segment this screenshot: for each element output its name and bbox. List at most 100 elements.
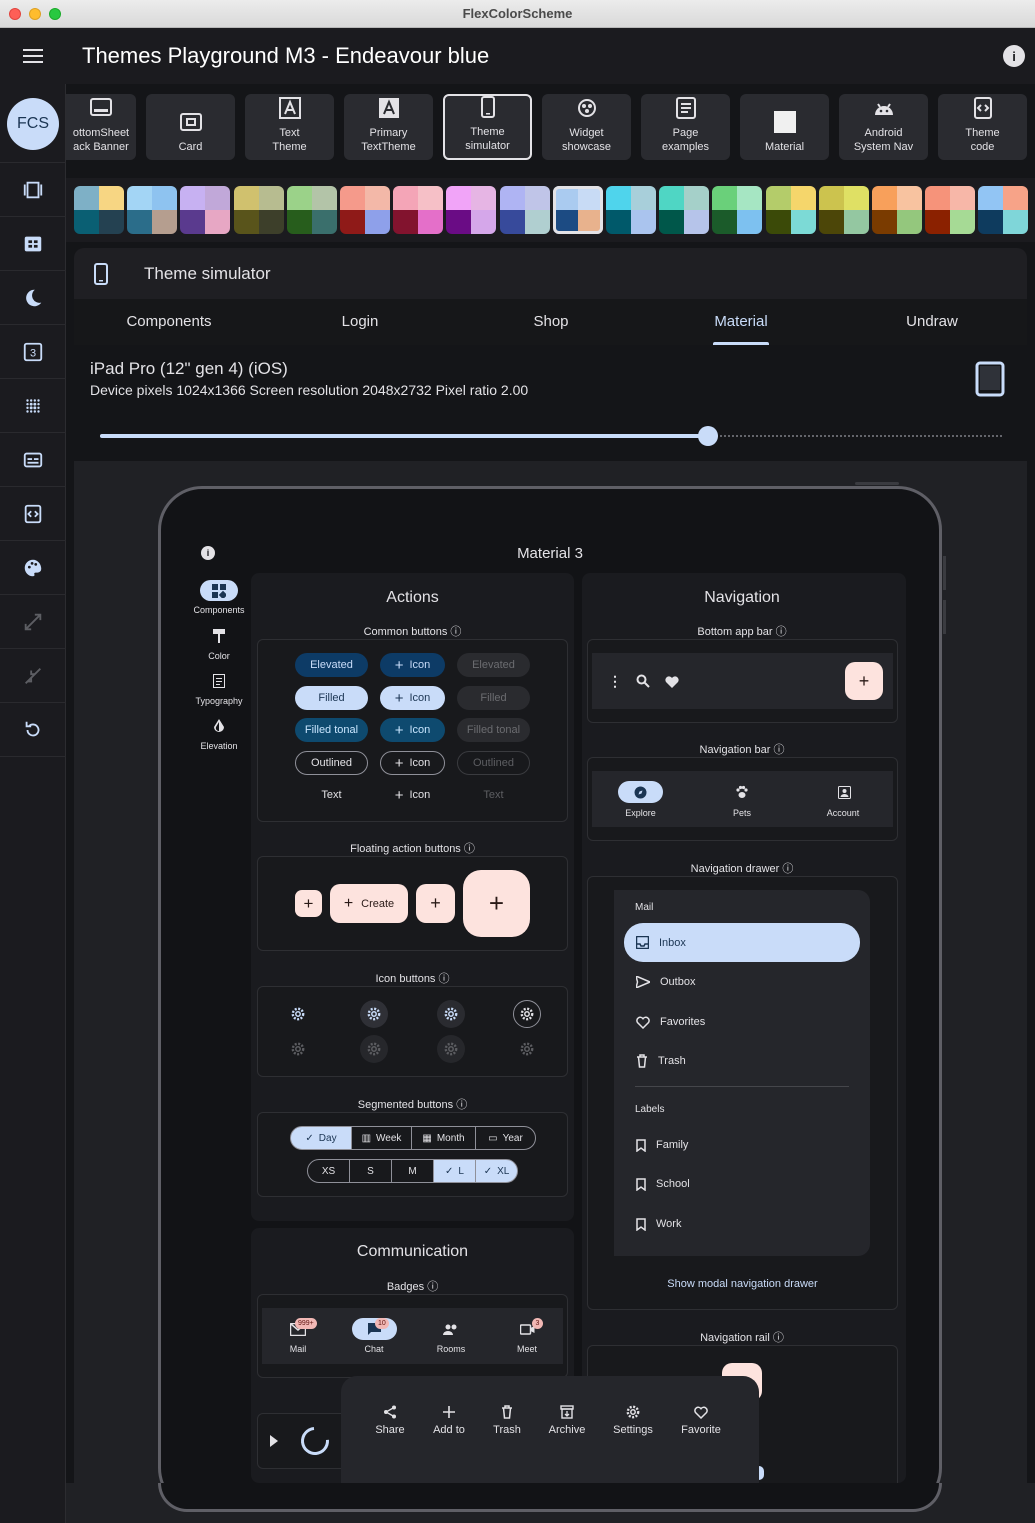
blur-icon[interactable] bbox=[0, 379, 66, 433]
settings-icon[interactable] bbox=[437, 1035, 465, 1063]
panel-phone[interactable]: Theme simulator bbox=[443, 94, 532, 160]
filled-tonal-button[interactable]: Filled tonal bbox=[295, 718, 368, 742]
dashboard-icon[interactable] bbox=[0, 217, 66, 271]
theme-swatch[interactable] bbox=[766, 186, 816, 234]
panel-card[interactable]: Card bbox=[146, 94, 235, 160]
play-icon[interactable] bbox=[270, 1435, 278, 1447]
info-icon[interactable]: i bbox=[1003, 45, 1025, 67]
segment-day[interactable]: ✓ Day bbox=[290, 1126, 352, 1150]
drawer-item-favorites[interactable]: Favorites bbox=[624, 1003, 860, 1041]
info-outline-icon[interactable]: ⓘ bbox=[776, 626, 787, 638]
components-icon[interactable] bbox=[200, 580, 238, 601]
drawer-item-inbox[interactable]: Inbox bbox=[624, 923, 860, 962]
drawer-item-outbox[interactable]: Outbox bbox=[624, 963, 860, 1001]
account-icon[interactable] bbox=[835, 784, 853, 800]
segment-year[interactable]: ▭ Year bbox=[475, 1126, 536, 1150]
drawer-label-work[interactable]: Work bbox=[624, 1205, 860, 1243]
small-fab[interactable]: + bbox=[295, 890, 322, 917]
settings-icon[interactable] bbox=[284, 1000, 312, 1028]
panel-code[interactable]: Theme code bbox=[938, 94, 1027, 160]
drawer-label-school[interactable]: School bbox=[624, 1165, 860, 1203]
favorite-icon[interactable] bbox=[663, 672, 681, 690]
rail-elevation-label[interactable]: Elevation bbox=[189, 741, 249, 751]
elevation-icon[interactable] bbox=[210, 718, 228, 734]
subtitles-icon[interactable] bbox=[0, 433, 66, 487]
drawer-item-trash[interactable]: Trash bbox=[624, 1042, 860, 1080]
nav-pets-label[interactable]: Pets bbox=[712, 808, 772, 818]
theme-swatch[interactable] bbox=[606, 186, 656, 234]
settings-icon[interactable] bbox=[437, 1000, 465, 1028]
tab-components[interactable]: Components bbox=[88, 313, 250, 330]
filled-tonal-icon-button[interactable]: + Icon bbox=[380, 718, 445, 742]
theme-swatch[interactable] bbox=[180, 186, 230, 234]
info-outline-icon[interactable]: ⓘ bbox=[439, 973, 450, 985]
theme-swatch[interactable] bbox=[287, 186, 337, 234]
filled-button[interactable]: Filled bbox=[295, 686, 368, 710]
info-icon[interactable]: i bbox=[201, 546, 215, 560]
reset-icon[interactable] bbox=[0, 703, 66, 757]
tablet-icon[interactable] bbox=[974, 360, 1006, 398]
segment-s[interactable]: S bbox=[349, 1159, 392, 1183]
elevated-button[interactable]: Elevated bbox=[295, 653, 368, 677]
panel-material[interactable]: Material bbox=[740, 94, 829, 160]
tab-login[interactable]: Login bbox=[279, 313, 441, 330]
maximize-window-button[interactable] bbox=[49, 8, 61, 20]
palette-icon[interactable] bbox=[0, 541, 66, 595]
panel-widgets[interactable]: Widget showcase bbox=[542, 94, 631, 160]
tab-shop[interactable]: Shop bbox=[470, 313, 632, 330]
segment-month[interactable]: ▦ Month bbox=[411, 1126, 476, 1150]
looks-3-icon[interactable]: 3 bbox=[0, 325, 66, 379]
theme-swatch[interactable] bbox=[393, 186, 443, 234]
theme-swatch[interactable] bbox=[74, 186, 124, 234]
extended-fab[interactable]: + Create bbox=[330, 884, 408, 923]
info-outline-icon[interactable]: ⓘ bbox=[464, 843, 475, 855]
settings-icon[interactable] bbox=[360, 1035, 388, 1063]
rooms-icon[interactable] bbox=[430, 1318, 472, 1340]
panel-text-theme[interactable]: Text Theme bbox=[245, 94, 334, 160]
panel-android[interactable]: Android System Nav bbox=[839, 94, 928, 160]
theme-swatch[interactable] bbox=[978, 186, 1028, 234]
avatar[interactable]: FCS bbox=[7, 98, 59, 150]
search-icon[interactable] bbox=[634, 672, 652, 690]
pets-icon[interactable] bbox=[733, 784, 751, 800]
panel-primary-text-theme[interactable]: Primary TextTheme bbox=[344, 94, 433, 160]
segment-xs[interactable]: XS bbox=[307, 1159, 350, 1183]
theme-swatch[interactable] bbox=[553, 186, 603, 234]
view-carousel-icon[interactable] bbox=[0, 163, 66, 217]
info-outline-icon[interactable]: ⓘ bbox=[427, 1281, 438, 1293]
large-fab[interactable]: + bbox=[463, 870, 530, 937]
badge-nav-label[interactable]: Chat bbox=[343, 1344, 405, 1354]
rail-typography-label[interactable]: Typography bbox=[189, 696, 249, 706]
info-outline-icon[interactable]: ⓘ bbox=[450, 626, 461, 638]
segment-week[interactable]: ▥ Week bbox=[351, 1126, 412, 1150]
theme-swatch[interactable] bbox=[872, 186, 922, 234]
nav-account-label[interactable]: Account bbox=[813, 808, 873, 818]
close-window-button[interactable] bbox=[9, 8, 21, 20]
nav-explore-label[interactable]: Explore bbox=[610, 808, 671, 818]
filled-icon-button[interactable]: + Icon bbox=[380, 686, 445, 710]
drawer-label-family[interactable]: Family bbox=[624, 1126, 860, 1164]
panel-page[interactable]: Page examples bbox=[641, 94, 730, 160]
theme-swatch[interactable] bbox=[925, 186, 975, 234]
dark-mode-icon[interactable] bbox=[0, 271, 66, 325]
text-icon-button[interactable]: + Icon bbox=[380, 783, 445, 807]
bottom-bar-fab[interactable]: + bbox=[845, 662, 883, 700]
show-modal-drawer-button[interactable]: Show modal navigation drawer bbox=[587, 1278, 898, 1290]
settings-icon[interactable] bbox=[360, 1000, 388, 1028]
more-vert-icon[interactable]: ⋮ bbox=[607, 672, 623, 690]
info-outline-icon[interactable]: ⓘ bbox=[773, 1332, 784, 1344]
elevated-icon-button[interactable]: + Icon bbox=[380, 653, 445, 677]
collapse-icon[interactable] bbox=[0, 649, 66, 703]
theme-swatch[interactable] bbox=[659, 186, 709, 234]
theme-swatch[interactable] bbox=[819, 186, 869, 234]
theme-swatch[interactable] bbox=[446, 186, 496, 234]
rail-color-label[interactable]: Color bbox=[189, 651, 249, 661]
segment-m[interactable]: M bbox=[391, 1159, 434, 1183]
color-icon[interactable] bbox=[210, 628, 228, 644]
theme-swatch[interactable] bbox=[712, 186, 762, 234]
fab[interactable]: + bbox=[416, 884, 455, 923]
tab-material[interactable]: Material bbox=[660, 313, 822, 330]
theme-swatch[interactable] bbox=[127, 186, 177, 234]
minimize-window-button[interactable] bbox=[29, 8, 41, 20]
theme-swatch[interactable] bbox=[340, 186, 390, 234]
